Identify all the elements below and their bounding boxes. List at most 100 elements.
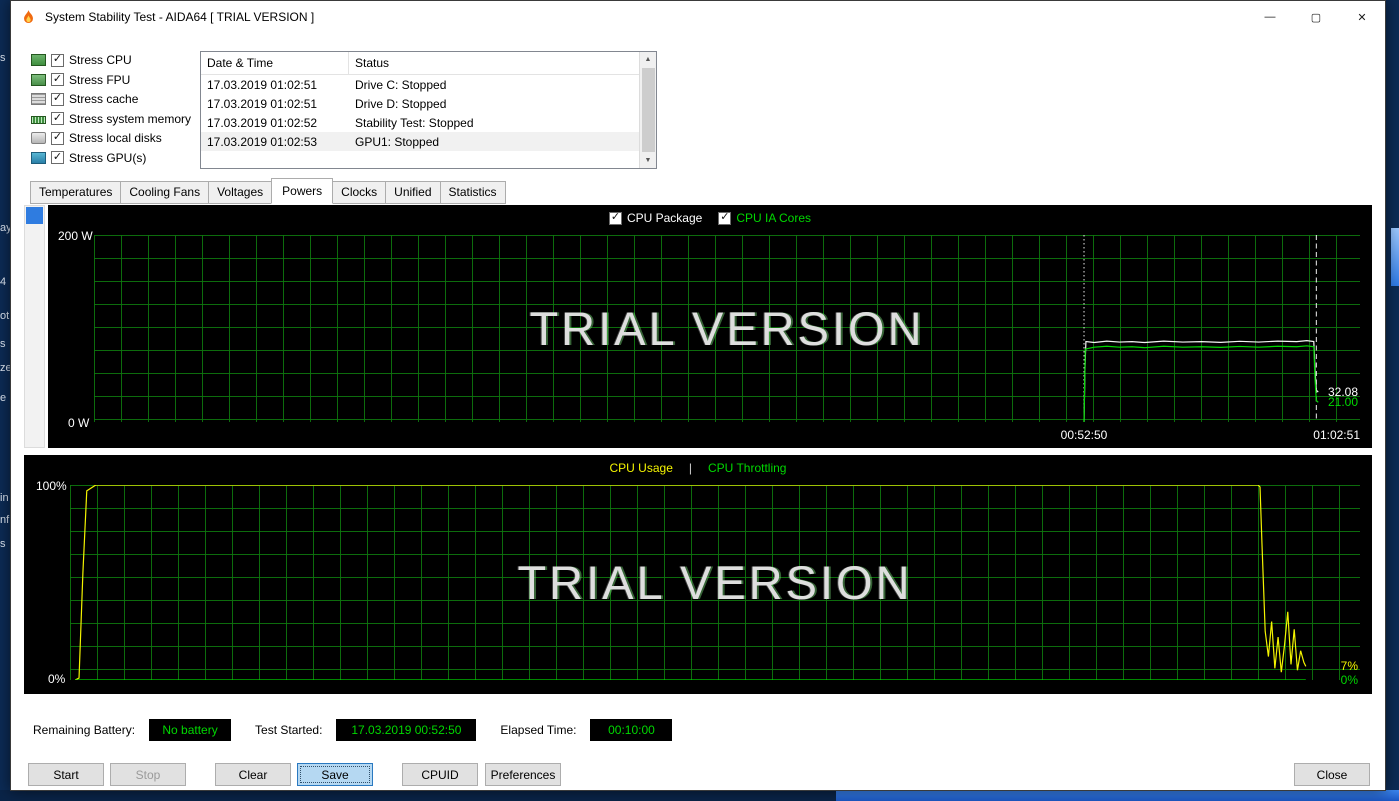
stability-test-window: System Stability Test - AIDA64 [ TRIAL V… bbox=[10, 0, 1386, 791]
desktop-text-fragment: 4 bbox=[0, 276, 7, 288]
desktop-text-fragment: ot bbox=[0, 310, 10, 322]
power-chart: CPU Package CPU IA Cores 200 W 0 W TRIAL … bbox=[48, 205, 1372, 448]
y-axis-max-label: 200 W bbox=[58, 229, 93, 243]
log-scrollbar[interactable]: ▲ ▼ bbox=[639, 52, 656, 168]
log-cell-time: 17.03.2019 01:02:51 bbox=[207, 96, 318, 111]
stress-memory-label: Stress system memory bbox=[69, 111, 192, 126]
cache-icon bbox=[31, 93, 46, 106]
cpu-icon bbox=[31, 54, 46, 66]
log-column-status[interactable]: Status bbox=[349, 52, 639, 74]
cpuid-button[interactable]: CPUID bbox=[402, 763, 478, 786]
stress-cache-checkbox[interactable] bbox=[51, 92, 64, 106]
log-row[interactable]: 17.03.2019 01:02:51 Drive D: Stopped bbox=[201, 94, 639, 113]
log-row[interactable]: 17.03.2019 01:02:52 Stability Test: Stop… bbox=[201, 113, 639, 132]
desktop-text-fragment: s bbox=[0, 52, 6, 64]
usage-chart-legend: CPU Usage | CPU Throttling bbox=[24, 461, 1372, 475]
disk-icon bbox=[31, 132, 46, 145]
tab-clocks[interactable]: Clocks bbox=[332, 181, 387, 204]
test-started-label: Test Started: bbox=[255, 723, 323, 737]
battery-value: No battery bbox=[149, 719, 232, 741]
power-plot-area: TRIAL VERSION bbox=[94, 235, 1360, 422]
minimize-button[interactable]: — bbox=[1247, 1, 1293, 33]
desktop-text-fragment: s bbox=[0, 338, 6, 350]
stress-gpu-label: Stress GPU(s) bbox=[69, 150, 147, 165]
tab-cooling-fans[interactable]: Cooling Fans bbox=[120, 181, 210, 204]
legend-label: CPU Package bbox=[626, 211, 703, 225]
usage-x-axis-labels bbox=[70, 674, 1360, 689]
clear-button[interactable]: Clear bbox=[215, 763, 291, 786]
stress-fpu-label: Stress FPU bbox=[69, 72, 131, 87]
gpu-icon bbox=[31, 151, 46, 164]
titlebar[interactable]: System Stability Test - AIDA64 [ TRIAL V… bbox=[11, 1, 1385, 33]
log-header[interactable]: Date & Time Status bbox=[201, 52, 639, 75]
series-cpu-ia-cores bbox=[1084, 346, 1318, 422]
tab-powers[interactable]: Powers bbox=[271, 178, 334, 204]
scroll-up-icon[interactable]: ▲ bbox=[645, 52, 652, 67]
y-axis-min-label: 0 W bbox=[68, 416, 90, 430]
stress-disks-label: Stress local disks bbox=[69, 131, 162, 146]
stress-option-cpu[interactable]: Stress CPU bbox=[31, 53, 197, 67]
close-window-button[interactable]: ✕ bbox=[1339, 1, 1385, 33]
y-axis-max-label: 100% bbox=[36, 479, 67, 493]
series-cpu-usage bbox=[75, 485, 1306, 680]
maximize-button[interactable]: ▢ bbox=[1293, 1, 1339, 33]
log-cell-time: 17.03.2019 01:02:52 bbox=[207, 115, 318, 130]
desktop-text-fragment: e bbox=[0, 392, 7, 404]
save-button[interactable]: Save bbox=[297, 763, 373, 786]
elapsed-time-label: Elapsed Time: bbox=[500, 723, 577, 737]
log-cell-status: Stability Test: Stopped bbox=[355, 115, 474, 130]
stress-option-cache[interactable]: Stress cache bbox=[31, 92, 197, 106]
usage-plot-area: TRIAL VERSION bbox=[70, 485, 1360, 680]
stress-option-memory[interactable]: Stress system memory bbox=[31, 112, 197, 126]
log-row[interactable]: 17.03.2019 01:02:51 Drive C: Stopped bbox=[201, 75, 639, 94]
stress-gpu-checkbox[interactable] bbox=[51, 151, 64, 165]
legend-label: CPU Usage bbox=[609, 461, 673, 475]
stress-memory-checkbox[interactable] bbox=[51, 112, 64, 126]
log-cell-status: Drive C: Stopped bbox=[355, 77, 447, 92]
log-cell-status: Drive D: Stopped bbox=[355, 96, 447, 111]
window-content: Stress CPU Stress FPU Stress cache Stres… bbox=[11, 33, 1385, 790]
status-bar: Remaining Battery: No battery Test Start… bbox=[33, 719, 1372, 741]
taskbar-strip bbox=[836, 790, 1399, 801]
legend-checkbox[interactable] bbox=[608, 211, 622, 225]
y-axis-min-label: 0% bbox=[48, 672, 66, 686]
stress-disks-checkbox[interactable] bbox=[51, 131, 64, 145]
legend-cpu-usage: CPU Usage bbox=[610, 461, 673, 475]
log-cell-time: 17.03.2019 01:02:51 bbox=[207, 77, 318, 92]
log-row[interactable]: 17.03.2019 01:02:53 GPU1: Stopped bbox=[201, 132, 639, 151]
close-button[interactable]: Close bbox=[1294, 763, 1370, 786]
stop-button[interactable]: Stop bbox=[110, 763, 186, 786]
legend-checkbox[interactable] bbox=[718, 211, 732, 225]
stress-option-disks[interactable]: Stress local disks bbox=[31, 131, 197, 145]
desktop-text-fragment: s bbox=[0, 538, 6, 550]
legend-separator: | bbox=[688, 461, 692, 475]
stress-cpu-checkbox[interactable] bbox=[51, 53, 64, 67]
start-button[interactable]: Start bbox=[28, 763, 104, 786]
legend-cpu-package[interactable]: CPU Package bbox=[608, 211, 703, 225]
stress-option-gpu[interactable]: Stress GPU(s) bbox=[31, 151, 197, 165]
log-column-date[interactable]: Date & Time bbox=[201, 52, 349, 74]
stress-option-fpu[interactable]: Stress FPU bbox=[31, 73, 197, 87]
tab-statistics[interactable]: Statistics bbox=[439, 181, 506, 204]
scroll-down-icon[interactable]: ▼ bbox=[645, 153, 652, 168]
x-axis-tick: 00:52:50 bbox=[1060, 428, 1108, 442]
taskbar-dark-strip bbox=[0, 790, 836, 801]
stress-options-list: Stress CPU Stress FPU Stress cache Stres… bbox=[31, 51, 197, 169]
elapsed-time-value: 00:10:00 bbox=[590, 719, 673, 741]
stress-fpu-checkbox[interactable] bbox=[51, 73, 64, 87]
desktop-text-fragment: in bbox=[0, 492, 9, 504]
legend-cpu-ia-cores[interactable]: CPU IA Cores bbox=[718, 211, 811, 225]
power-x-axis-labels: 00:52:50 01:02:51 bbox=[94, 428, 1360, 443]
chart-vertical-scrollbar[interactable] bbox=[24, 205, 45, 448]
cpu-usage-chart: CPU Usage | CPU Throttling 100% 0% TRIAL V… bbox=[24, 455, 1372, 694]
chart-scrollbar-thumb[interactable] bbox=[26, 207, 43, 224]
preferences-button[interactable]: Preferences bbox=[485, 763, 561, 786]
tab-voltages[interactable]: Voltages bbox=[208, 181, 273, 204]
tab-temperatures[interactable]: Temperatures bbox=[30, 181, 122, 204]
series-cpu-package bbox=[1084, 341, 1318, 422]
memory-icon bbox=[31, 115, 46, 124]
event-log-table: Date & Time Status 17.03.2019 01:02:51 D… bbox=[200, 51, 657, 169]
stress-cpu-label: Stress CPU bbox=[69, 53, 132, 67]
scroll-thumb[interactable] bbox=[641, 68, 655, 152]
tab-unified[interactable]: Unified bbox=[385, 181, 441, 204]
